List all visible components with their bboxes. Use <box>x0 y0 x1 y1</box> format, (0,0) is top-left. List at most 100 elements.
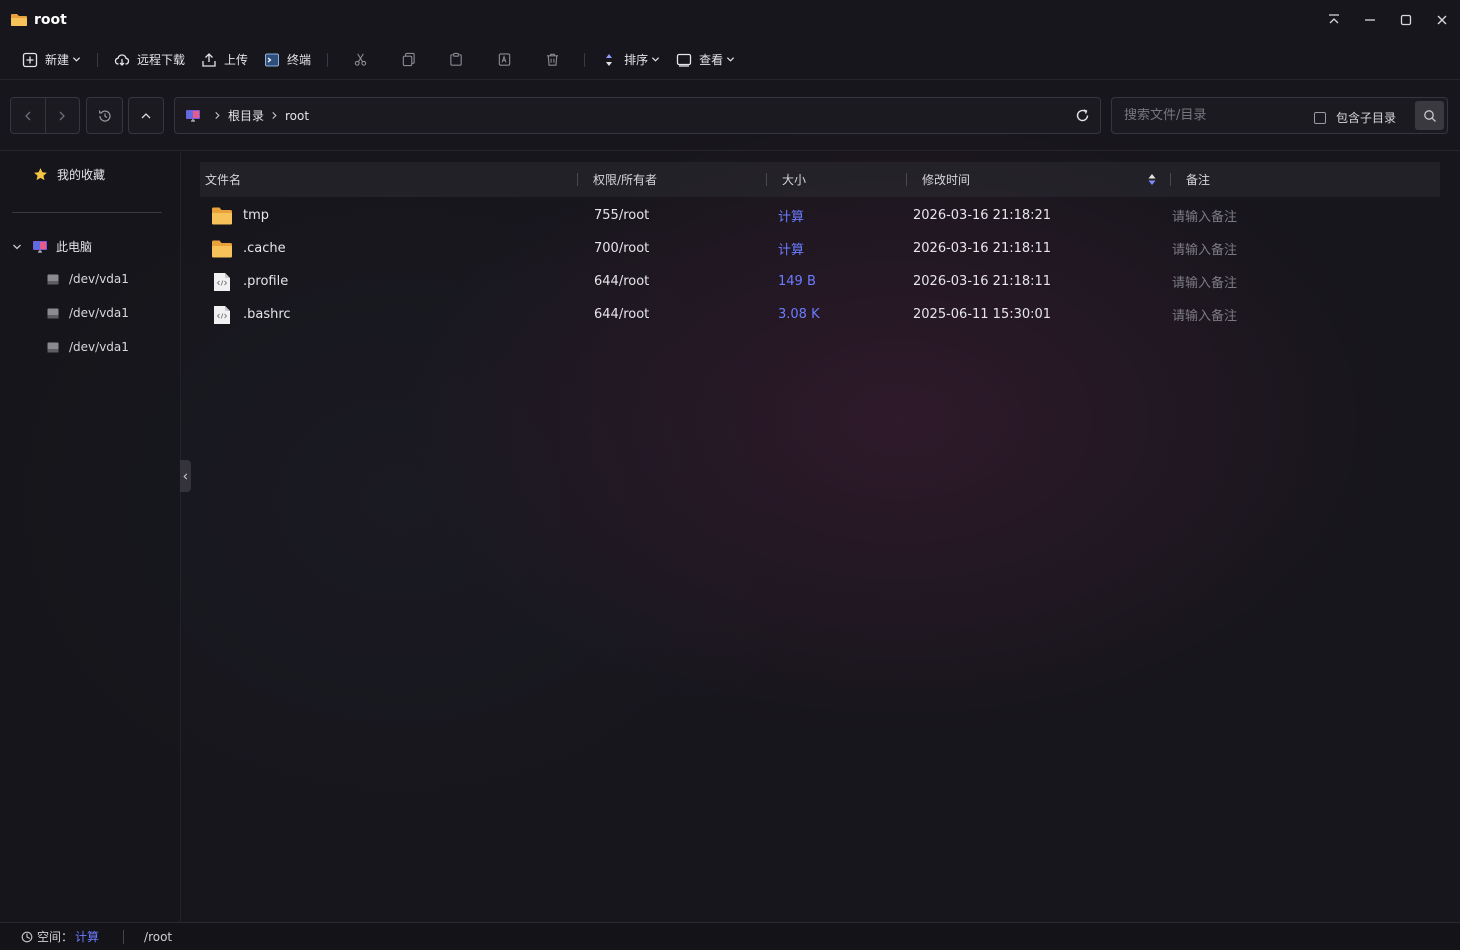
file-note-input[interactable]: 请输入备注 <box>1172 298 1237 331</box>
chevron-right-icon <box>215 111 220 120</box>
file-perm: 644/root <box>594 307 650 322</box>
cut-button[interactable] <box>336 45 384 75</box>
history-icon <box>98 109 111 122</box>
folder-icon <box>11 14 27 26</box>
trash-icon <box>546 53 558 66</box>
sidebar-item-disk[interactable]: /dev/vda1 <box>47 306 129 320</box>
minimize-button[interactable] <box>1352 0 1388 40</box>
disk-icon <box>47 274 59 284</box>
column-header-perm[interactable]: 权限/所有者 <box>593 162 657 197</box>
monitor-icon <box>676 53 692 67</box>
this-pc-label: 此电脑 <box>56 240 93 254</box>
column-header-name[interactable]: 文件名 <box>205 162 241 197</box>
file-name-cell[interactable]: .bashrc <box>211 298 291 331</box>
maximize-button[interactable] <box>1388 0 1424 40</box>
forward-button[interactable] <box>45 98 79 133</box>
table-row[interactable]: tmp 755/root 计算 2026-03-16 21:18:21 请输入备注 <box>200 199 1440 232</box>
sidebar-item-this-pc[interactable]: 此电脑 <box>12 238 92 255</box>
file-note-input[interactable]: 请输入备注 <box>1172 232 1237 265</box>
file-mtime: 2026-03-16 21:18:11 <box>913 241 1052 256</box>
column-resize-handle[interactable] <box>577 173 578 186</box>
folder-icon <box>212 207 232 224</box>
chevron-down-icon[interactable] <box>12 242 22 252</box>
table-row[interactable]: .cache 700/root 计算 2026-03-16 21:18:11 请输入备注 <box>200 232 1440 265</box>
rename-button[interactable] <box>480 45 528 75</box>
navigation-bar: 根目录 root 包含子目录 <box>0 81 1460 151</box>
maximize-icon <box>1400 14 1412 26</box>
chevron-right-icon <box>59 111 66 120</box>
file-size[interactable]: 3.08 K <box>778 298 820 331</box>
file-size[interactable]: 149 B <box>778 265 816 298</box>
rename-icon <box>498 53 510 66</box>
file-mtime: 2026-03-16 21:18:11 <box>913 274 1052 289</box>
address-bar[interactable]: 根目录 root <box>174 97 1101 134</box>
back-button[interactable] <box>11 98 45 133</box>
breadcrumb-item-current[interactable]: root <box>285 109 309 123</box>
sort-indicator-icon <box>1148 174 1156 185</box>
terminal-icon <box>265 53 280 66</box>
breadcrumb-item-root-dir[interactable]: 根目录 <box>228 107 264 124</box>
terminal-button[interactable]: 终端 <box>256 45 319 75</box>
file-name-cell[interactable]: .profile <box>211 265 288 298</box>
disk-label: /dev/vda1 <box>69 340 129 354</box>
sort-icon <box>606 53 613 66</box>
sort-button[interactable]: 排序 <box>593 45 668 75</box>
column-resize-handle[interactable] <box>766 173 767 186</box>
file-note-input[interactable]: 请输入备注 <box>1172 199 1237 232</box>
search-box: 包含子目录 <box>1111 97 1448 134</box>
history-nav <box>10 97 80 134</box>
status-divider <box>123 929 125 944</box>
include-subdirs-toggle[interactable]: 包含子目录 <box>1314 109 1396 126</box>
file-name-cell[interactable]: tmp <box>211 199 269 232</box>
file-note-input[interactable]: 请输入备注 <box>1172 265 1237 298</box>
file-name-cell[interactable]: .cache <box>211 232 286 265</box>
sidebar-collapse-handle[interactable] <box>180 460 191 492</box>
table-row[interactable]: .bashrc 644/root 3.08 K 2025-06-11 15:30:01… <box>200 298 1440 331</box>
paste-icon <box>449 52 462 66</box>
sidebar-item-disk[interactable]: /dev/vda1 <box>47 340 129 354</box>
history-button[interactable] <box>86 97 123 134</box>
column-header-note[interactable]: 备注 <box>1186 162 1210 197</box>
code-file-icon <box>214 272 230 291</box>
cloud-download-icon <box>114 53 130 66</box>
include-subdirs-checkbox[interactable] <box>1314 111 1326 124</box>
upload-button[interactable]: 上传 <box>193 45 256 75</box>
view-button[interactable]: 查看 <box>668 45 743 75</box>
search-button[interactable] <box>1415 101 1444 130</box>
double-chevron-up-icon <box>1329 14 1339 24</box>
collapse-top-button[interactable] <box>1316 0 1352 40</box>
column-resize-handle[interactable] <box>1170 173 1171 186</box>
parent-dir-button[interactable] <box>128 97 164 134</box>
disk-icon <box>47 342 59 352</box>
column-header-size[interactable]: 大小 <box>782 162 806 197</box>
chevron-right-icon <box>272 111 277 120</box>
copy-button[interactable] <box>384 45 432 75</box>
file-size[interactable]: 计算 <box>778 199 804 232</box>
upload-icon <box>202 52 216 67</box>
table-row[interactable]: .profile 644/root 149 B 2026-03-16 21:18:11… <box>200 265 1440 298</box>
file-mtime: 2026-03-16 21:18:21 <box>913 208 1052 223</box>
remote-download-button[interactable]: 远程下载 <box>106 45 193 75</box>
computer-icon <box>33 240 47 253</box>
column-resize-handle[interactable] <box>906 173 907 186</box>
scissors-icon <box>354 53 366 66</box>
sidebar-item-disk[interactable]: /dev/vda1 <box>47 272 129 286</box>
upload-label: 上传 <box>224 53 249 67</box>
file-list-header: 文件名 权限/所有者 大小 修改时间 备注 <box>200 162 1440 197</box>
close-button[interactable] <box>1424 0 1460 40</box>
sort-label: 排序 <box>624 53 649 67</box>
refresh-icon[interactable] <box>1075 108 1090 123</box>
delete-button[interactable] <box>528 45 576 75</box>
terminal-label: 终端 <box>287 53 312 67</box>
sidebar-item-favorites[interactable]: 我的收藏 <box>33 166 105 183</box>
file-size[interactable]: 计算 <box>778 232 804 265</box>
file-perm: 700/root <box>594 241 650 256</box>
space-calc-link[interactable]: 计算 <box>75 928 99 945</box>
disk-label: /dev/vda1 <box>69 306 129 320</box>
new-button[interactable]: 新建 <box>14 45 89 75</box>
column-header-mtime[interactable]: 修改时间 <box>922 162 970 197</box>
paste-button[interactable] <box>432 45 480 75</box>
include-subdirs-label: 包含子目录 <box>1336 111 1397 125</box>
new-label: 新建 <box>45 53 70 67</box>
search-input[interactable] <box>1124 108 1304 123</box>
